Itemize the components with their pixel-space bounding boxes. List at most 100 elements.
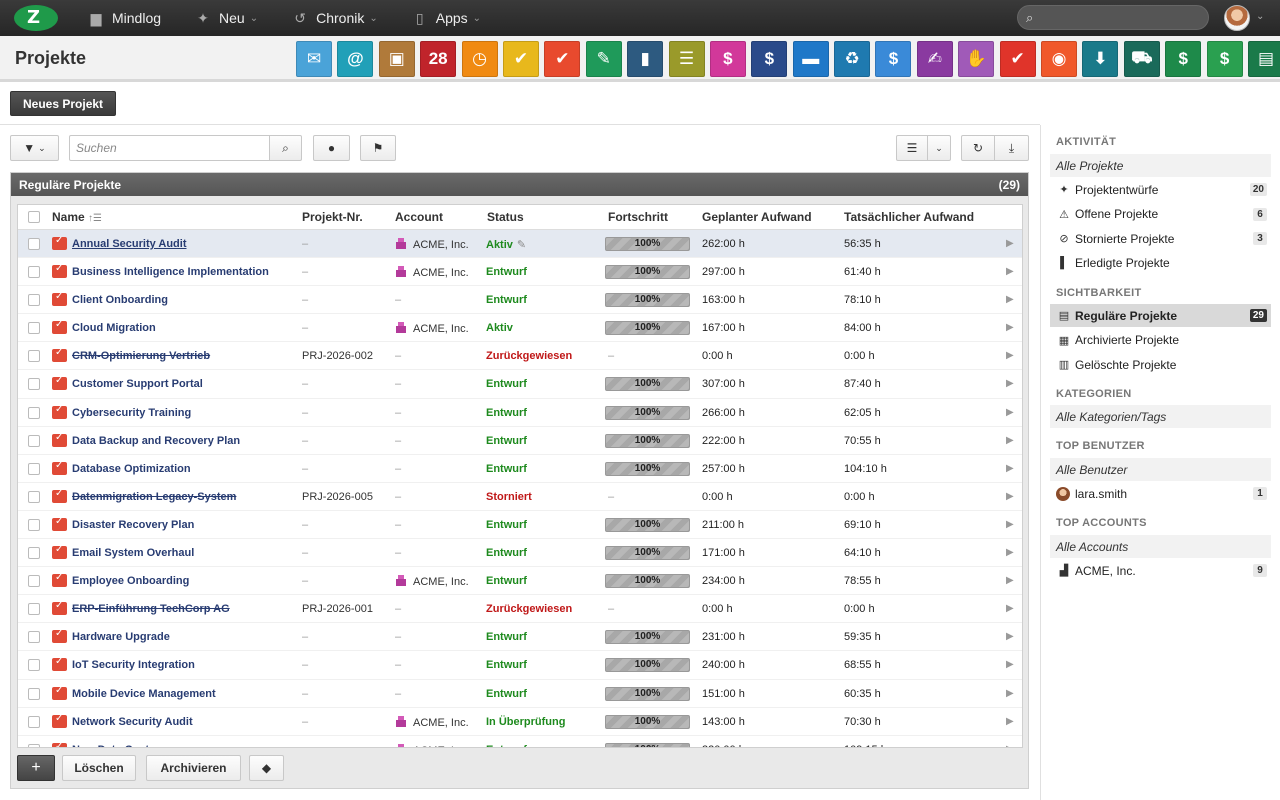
- table-row[interactable]: Cloud Migration – ACME, Inc. Aktiv 100% 167:0…: [18, 314, 1022, 343]
- tag-button[interactable]: ◆: [249, 755, 284, 781]
- account-cell[interactable]: ACME, Inc.: [395, 238, 469, 251]
- row-checkbox[interactable]: [28, 518, 40, 531]
- filter-erledigte-projekte[interactable]: ▌ Erledigte Projekte: [1050, 252, 1271, 275]
- column-geplanter-aufwand[interactable]: Geplanter Aufwand: [702, 210, 812, 224]
- project-name-link[interactable]: Datenmigration Legacy-System: [72, 491, 236, 503]
- search-input[interactable]: [69, 135, 270, 161]
- table-row[interactable]: Employee Onboarding – ACME, Inc. Entwurf 100…: [18, 567, 1022, 596]
- app-logo[interactable]: [14, 5, 58, 31]
- stopwatch-icon[interactable]: ◷: [461, 41, 498, 77]
- project-name-link[interactable]: Business Intelligence Implementation: [72, 266, 269, 278]
- flag-icon[interactable]: ▶: [1006, 238, 1014, 249]
- table-row[interactable]: Data Backup and Recovery Plan – – Entwurf 10…: [18, 427, 1022, 455]
- flag-icon[interactable]: ▶: [1006, 547, 1014, 558]
- cash-icon[interactable]: $: [1165, 41, 1202, 77]
- add-button[interactable]: +: [17, 755, 55, 781]
- flag-icon[interactable]: ▶: [1006, 688, 1014, 699]
- table-row[interactable]: ERP-Einführung TechCorp AG PRJ-2026-001 – Z…: [18, 595, 1022, 624]
- delete-button[interactable]: Löschen: [62, 755, 136, 781]
- tag-icon[interactable]: $: [1206, 41, 1243, 77]
- filter-user-lara-smith[interactable]: lara.smith 1: [1050, 482, 1271, 505]
- filter-all-users[interactable]: Alle Benutzer: [1050, 458, 1271, 481]
- table-row[interactable]: Mobile Device Management – – Entwurf 100% 151…: [18, 680, 1022, 708]
- filter-account-acme[interactable]: ▟ ACME, Inc. 9: [1050, 559, 1271, 582]
- row-checkbox[interactable]: [28, 631, 40, 644]
- document-icon[interactable]: ☰: [668, 41, 705, 77]
- row-checkbox[interactable]: [28, 547, 40, 560]
- table-row[interactable]: Cybersecurity Training – – Entwurf 100% 266:0…: [18, 399, 1022, 427]
- row-checkbox[interactable]: [28, 462, 40, 475]
- top-nav-apps[interactable]: ▯ Apps ⌄: [412, 10, 481, 27]
- row-checkbox[interactable]: [28, 743, 40, 747]
- row-checkbox[interactable]: [28, 322, 40, 335]
- table-row[interactable]: Business Intelligence Implementation – ACM…: [18, 258, 1022, 287]
- pencil-icon[interactable]: ✎: [517, 239, 526, 251]
- tasks-icon[interactable]: ✔: [502, 41, 539, 77]
- flag-icon[interactable]: ▶: [1006, 435, 1014, 446]
- project-name-link[interactable]: Cloud Migration: [72, 322, 156, 334]
- list-view-button[interactable]: ☰: [896, 135, 928, 161]
- column-name[interactable]: Name ↑☰: [52, 210, 102, 224]
- project-name-link[interactable]: Employee Onboarding: [72, 575, 189, 587]
- filter-projektentwürfe[interactable]: ✦ Projektentwürfe 20: [1050, 178, 1271, 201]
- download-icon[interactable]: ⬇: [1082, 41, 1119, 77]
- desk-icon[interactable]: $: [709, 41, 746, 77]
- project-name-link[interactable]: Email System Overhaul: [72, 547, 194, 559]
- table-row[interactable]: Hardware Upgrade – – Entwurf 100% 231:00 h 59:…: [18, 623, 1022, 652]
- account-cell[interactable]: ACME, Inc.: [395, 575, 469, 588]
- filter-archivierte-projekte[interactable]: ▦ Archivierte Projekte: [1050, 329, 1271, 352]
- mail-icon[interactable]: ✉: [296, 41, 332, 77]
- project-name-link[interactable]: Annual Security Audit: [72, 238, 187, 250]
- row-checkbox[interactable]: [28, 490, 40, 503]
- row-checkbox[interactable]: [28, 603, 40, 616]
- filter-stornierte-projekte[interactable]: ⊘ Stornierte Projekte 3: [1050, 227, 1271, 250]
- table-row[interactable]: New Data Center – ACME, Inc. Entwurf 100% 320…: [18, 736, 1022, 747]
- flag-icon[interactable]: ▶: [1006, 575, 1014, 586]
- project-name-link[interactable]: Customer Support Portal: [72, 378, 203, 390]
- refresh-button[interactable]: ↻: [961, 135, 995, 161]
- project-name-link[interactable]: Cybersecurity Training: [72, 407, 191, 419]
- moneybag-icon[interactable]: $: [875, 41, 912, 77]
- filter-offene-projekte[interactable]: ⚠ Offene Projekte 6: [1050, 203, 1271, 226]
- invoice-icon[interactable]: ✔: [999, 41, 1036, 77]
- table-row[interactable]: Network Security Audit – ACME, Inc. In Über…: [18, 708, 1022, 736]
- export-button[interactable]: ⤓: [994, 135, 1029, 161]
- broadcast-icon[interactable]: ◉: [1041, 41, 1078, 77]
- project-name-link[interactable]: Disaster Recovery Plan: [72, 519, 194, 531]
- project-name-link[interactable]: Mobile Device Management: [72, 688, 216, 700]
- select-all-checkbox[interactable]: [28, 211, 40, 223]
- project-name-link[interactable]: CRM-Optimierung Vertrieb: [72, 350, 210, 362]
- contract-icon[interactable]: ✍: [916, 41, 953, 77]
- flag-icon[interactable]: ▶: [1006, 350, 1014, 361]
- flag-icon[interactable]: ▶: [1006, 378, 1014, 389]
- row-checkbox[interactable]: [28, 434, 40, 447]
- recycle-icon[interactable]: ♻: [834, 41, 871, 77]
- flag-icon[interactable]: ▶: [1006, 744, 1014, 747]
- notes-icon[interactable]: ✎: [585, 41, 622, 77]
- filter-gelöschte-projekte[interactable]: ▥ Gelöschte Projekte: [1050, 353, 1271, 376]
- account-cell[interactable]: ACME, Inc.: [395, 715, 469, 729]
- project-name-link[interactable]: Network Security Audit: [72, 716, 193, 728]
- flag-icon[interactable]: ▶: [1006, 631, 1014, 642]
- sort-asc-icon[interactable]: ↑☰: [88, 213, 102, 224]
- filter-all-categories[interactable]: Alle Kategorien/Tags: [1050, 405, 1271, 428]
- project-name-link[interactable]: Data Backup and Recovery Plan: [72, 435, 240, 447]
- row-checkbox[interactable]: [28, 378, 40, 391]
- flag-icon[interactable]: ▶: [1006, 463, 1014, 474]
- archive-button[interactable]: Archivieren: [146, 755, 241, 781]
- row-checkbox[interactable]: [28, 266, 40, 279]
- flag-icon[interactable]: ▶: [1006, 294, 1014, 305]
- table-row[interactable]: Database Optimization – – Entwurf 100% 257:00…: [18, 455, 1022, 483]
- flag-icon[interactable]: ▶: [1006, 519, 1014, 530]
- account-cell[interactable]: ACME, Inc.: [395, 322, 469, 335]
- handshake-icon[interactable]: ✋: [958, 41, 995, 77]
- column-tatsaechlicher-aufwand[interactable]: Tatsächlicher Aufwand: [844, 210, 974, 224]
- table-row[interactable]: Disaster Recovery Plan – – Entwurf 100% 211:0…: [18, 511, 1022, 540]
- row-checkbox[interactable]: [28, 294, 40, 307]
- filter-all-accounts[interactable]: Alle Accounts: [1050, 535, 1271, 558]
- table-row[interactable]: Annual Security Audit – ACME, Inc. Aktiv✎ 10…: [18, 230, 1022, 259]
- dollar-icon[interactable]: $: [751, 41, 788, 77]
- row-checkbox[interactable]: [28, 659, 40, 672]
- new-project-button[interactable]: Neues Projekt: [10, 91, 117, 116]
- truck-icon[interactable]: ▬: [792, 41, 829, 77]
